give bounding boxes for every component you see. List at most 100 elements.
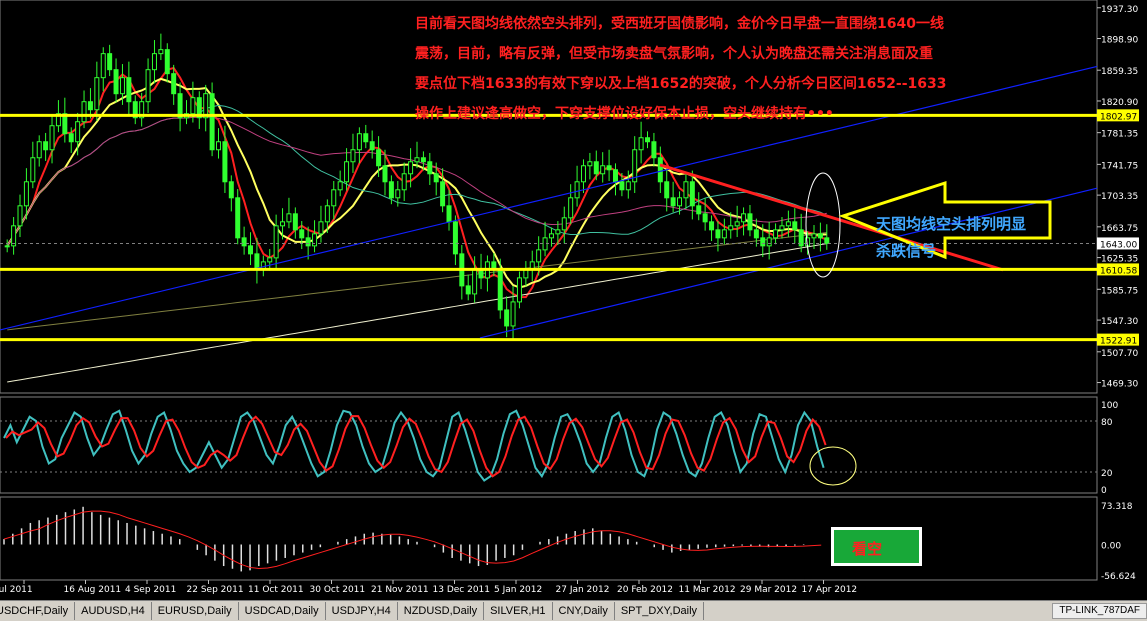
- date-tick-label: 17 Apr 2012: [802, 585, 858, 595]
- candle-body: [440, 181, 446, 207]
- candle-body: [331, 189, 337, 207]
- price-tick-label: 1547.30: [1101, 317, 1138, 327]
- osc-tick-label: 0: [1101, 486, 1107, 496]
- candle-body: [645, 137, 651, 143]
- candle-body: [638, 137, 644, 151]
- price-tick-label: 1820.90: [1101, 98, 1138, 108]
- candle-body: [785, 221, 791, 227]
- candle-body: [43, 141, 49, 151]
- osc-tick-label: 20: [1101, 469, 1113, 479]
- price-tick-label: 1625.35: [1101, 255, 1138, 265]
- candle-body: [657, 157, 663, 183]
- candle-body: [68, 133, 74, 143]
- candle-body: [414, 157, 420, 163]
- candle-body: [516, 277, 522, 303]
- macd-tick-label: 73.318: [1101, 502, 1133, 512]
- candle-body: [235, 197, 241, 239]
- candle-body: [760, 237, 766, 247]
- date-tick-label: 20 Feb 2012: [617, 585, 673, 595]
- candle-body: [280, 221, 286, 227]
- candle-body: [702, 213, 708, 223]
- date-tick-label: 30 Oct 2011: [310, 585, 366, 595]
- candle-body: [433, 173, 439, 183]
- candle-body: [773, 229, 779, 239]
- tab-silver[interactable]: SILVER,H1: [484, 602, 553, 620]
- candle-body: [606, 165, 612, 171]
- tab-eurusd[interactable]: EURUSD,Daily: [152, 602, 239, 620]
- candle-body: [555, 229, 561, 235]
- candle-body: [107, 53, 113, 71]
- price-tick-label: 1469.30: [1101, 380, 1138, 390]
- arrow-label-line2: 杀跌信号: [876, 242, 936, 260]
- date-tick-label: 27 Jan 2012: [556, 585, 610, 595]
- candle-body: [324, 205, 330, 223]
- candle-body: [11, 225, 17, 247]
- candle-body: [497, 269, 503, 311]
- candle-body: [427, 161, 433, 175]
- level-badge-label: 1802.97: [1100, 112, 1137, 122]
- candle-body: [81, 101, 87, 123]
- candle-body: [523, 269, 529, 279]
- osc-tick-label: 100: [1101, 401, 1118, 411]
- candle-body: [452, 221, 458, 255]
- candle-body: [593, 161, 599, 175]
- chart-area[interactable]: 1937.30 1898.90 1859.35 1820.90 1781.35 1741.…: [0, 0, 1147, 600]
- level-badge-label: 1610.58: [1100, 266, 1137, 276]
- candle-body: [49, 125, 55, 151]
- candle-body: [792, 221, 798, 231]
- candle-body: [728, 225, 734, 231]
- tab-cny[interactable]: CNY,Daily: [553, 602, 615, 620]
- date-tick-label: 4 Sep 2011: [125, 585, 176, 595]
- candle-body: [824, 237, 830, 244]
- candle-body: [388, 181, 394, 199]
- arrow-label-line1: 天图均线空头排列明显: [876, 215, 1026, 233]
- tab-usdjpy[interactable]: USDJPY,H4: [326, 602, 398, 620]
- date-tick-label: 29 Mar 2012: [740, 585, 797, 595]
- annotation-line: 目前看天图均线依然空头排列，受西班牙国债影响，金价今日早盘一直围绕1640一线: [415, 15, 944, 32]
- candle-body: [619, 181, 625, 191]
- candle-body: [625, 181, 631, 191]
- candle-body: [119, 77, 125, 95]
- candle-body: [145, 69, 151, 103]
- date-tick-label: 21 Nov 2011: [371, 585, 429, 595]
- candle-body: [228, 181, 234, 199]
- candle-body: [126, 77, 132, 103]
- candle-body: [670, 197, 676, 207]
- candle-body: [222, 141, 228, 183]
- candle-body: [292, 213, 298, 231]
- candle-body: [75, 121, 81, 143]
- price-tick-label: 1859.35: [1101, 67, 1138, 77]
- level-badge-label: 1522.91: [1100, 337, 1137, 347]
- candle-body: [100, 53, 106, 79]
- candle-body: [766, 237, 772, 247]
- price-tick-label: 1663.75: [1101, 224, 1138, 234]
- tab-audusd[interactable]: AUDUSD,H4: [75, 602, 152, 620]
- candle-body: [209, 93, 215, 151]
- candle-body: [721, 229, 727, 239]
- candle-body: [113, 69, 119, 95]
- candle-body: [446, 205, 452, 223]
- price-tick-label: 1741.75: [1101, 161, 1138, 171]
- candle-body: [273, 225, 279, 259]
- candle-body: [36, 141, 42, 159]
- candle-body: [248, 245, 254, 255]
- candle-body: [401, 173, 407, 191]
- tab-usdcad[interactable]: USDCAD,Daily: [239, 602, 326, 620]
- candle-body: [299, 229, 305, 239]
- candle-body: [465, 285, 471, 295]
- price-tick-label: 1507.70: [1101, 349, 1138, 359]
- candle-body: [612, 169, 618, 183]
- candle-body: [151, 53, 157, 71]
- tab-nzdusd[interactable]: NZDUSD,Daily: [398, 602, 485, 620]
- chart-canvas[interactable]: 1937.30 1898.90 1859.35 1820.90 1781.35 1741.…: [0, 0, 1147, 600]
- candle-body: [709, 221, 715, 231]
- tab-spt-dxy[interactable]: SPT_DXY,Daily: [615, 602, 705, 620]
- candle-body: [87, 101, 93, 111]
- candle-body: [286, 213, 292, 223]
- candle-body: [574, 181, 580, 199]
- candle-body: [779, 225, 785, 231]
- candle-body: [420, 157, 426, 163]
- chart-tab-bar: USDCHF,Daily AUDUSD,H4 EURUSD,Daily USDC…: [0, 600, 1147, 621]
- tab-usdchf[interactable]: USDCHF,Daily: [0, 602, 76, 620]
- candle-body: [171, 73, 177, 95]
